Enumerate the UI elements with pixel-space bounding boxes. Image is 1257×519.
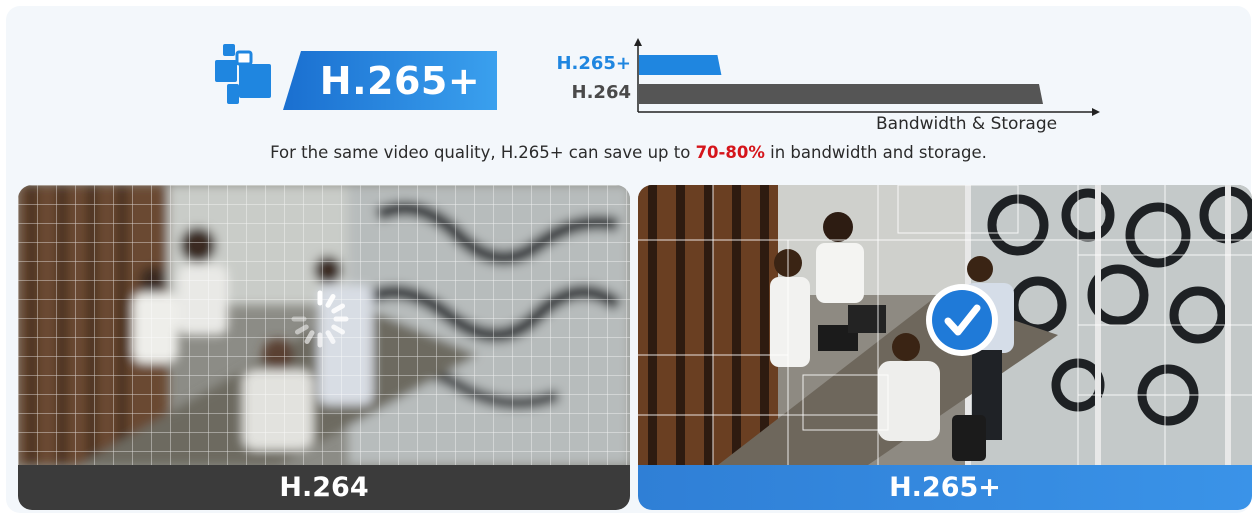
checkmark-icon (924, 282, 1000, 362)
h265-label: H.265+ (638, 465, 1252, 510)
caption: For the same video quality, H.265+ can s… (0, 143, 1257, 162)
caption-prefix: For the same video quality, H.265+ can s… (270, 143, 696, 162)
h265-panel: H.265+ (638, 185, 1252, 510)
bar-label-h264: H.264 (571, 82, 631, 103)
codec-badge: H.265+ (283, 51, 497, 110)
badge-label: H.265+ (319, 58, 481, 103)
bar-label-h265: H.265+ (556, 53, 631, 74)
bar-h265 (639, 55, 722, 75)
x-axis-arrow (1092, 108, 1100, 116)
h264-label: H.264 (18, 465, 630, 510)
caption-suffix: in bandwidth and storage. (764, 143, 987, 162)
codec-blocks-icon (213, 44, 273, 106)
axis-label: Bandwidth & Storage (876, 114, 1058, 134)
h264-panel: H.264 (18, 185, 630, 510)
bandwidth-comparison-chart: H.265+ H.264 Bandwidth & Storage (540, 38, 1110, 138)
y-axis-arrow (634, 38, 642, 46)
bar-h264 (639, 84, 1043, 104)
caption-highlight: 70-80% (695, 143, 765, 162)
loading-spinner-icon (288, 287, 352, 355)
